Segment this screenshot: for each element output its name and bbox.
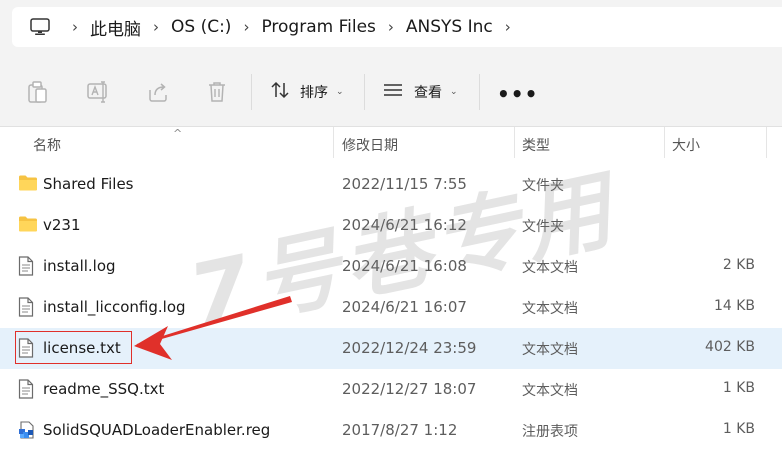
file-row[interactable]: readme_SSQ.txt 2022/12/27 18:07 文本文档 1 K…	[0, 369, 782, 410]
breadcrumb-ansys-inc[interactable]: ANSYS Inc	[406, 17, 493, 37]
column-modified-header[interactable]: 修改日期	[342, 135, 398, 155]
file-type: 文件夹	[522, 219, 564, 235]
rename-icon[interactable]	[86, 80, 110, 104]
file-name: install_licconfig.log	[43, 298, 186, 316]
file-size: 1 KB	[722, 421, 755, 437]
breadcrumb-separator: ›	[72, 18, 78, 36]
file-date: 2022/12/24 23:59	[342, 339, 477, 357]
chevron-down-icon: ⌄	[336, 87, 344, 97]
file-date: 2024/6/21 16:12	[342, 216, 467, 234]
file-row[interactable]: Shared Files 2022/11/15 7:55 文件夹	[0, 164, 782, 205]
column-divider[interactable]	[664, 127, 665, 158]
chevron-down-icon: ⌄	[450, 87, 458, 97]
column-divider[interactable]	[766, 127, 767, 158]
sort-icon	[270, 80, 290, 104]
view-icon	[382, 81, 404, 103]
breadcrumb-this-pc[interactable]: 此电脑	[90, 15, 141, 40]
breadcrumb-program-files[interactable]: Program Files	[261, 17, 375, 37]
toolbar-divider	[479, 74, 480, 110]
file-size: 14 KB	[713, 298, 755, 314]
view-button[interactable]: 查看 ⌄	[382, 78, 458, 106]
file-type: 文本文档	[522, 383, 578, 399]
breadcrumb-os-drive[interactable]: OS (C:)	[171, 17, 231, 37]
file-name: v231	[43, 216, 81, 234]
text-file-icon	[18, 256, 38, 276]
file-name: Shared Files	[43, 175, 134, 193]
file-type: 文本文档	[522, 260, 578, 276]
sort-ascending-icon: ^	[173, 127, 183, 140]
file-type: 文本文档	[522, 301, 578, 317]
file-row[interactable]: v231 2024/6/21 16:12 文件夹	[0, 205, 782, 246]
column-header: ^ 名称 修改日期 类型 大小	[0, 127, 782, 158]
copy-icon[interactable]	[26, 80, 50, 104]
toolbar-divider	[251, 74, 252, 110]
sort-label: 排序	[300, 85, 328, 101]
column-divider[interactable]	[514, 127, 515, 158]
file-size: 1 KB	[722, 380, 755, 396]
sort-button[interactable]: 排序 ⌄	[270, 78, 344, 106]
text-file-icon	[18, 297, 38, 317]
file-type: 文本文档	[522, 342, 578, 358]
file-row[interactable]: SolidSQUADLoaderEnabler.reg 2017/8/27 1:…	[0, 410, 782, 451]
column-name-header[interactable]: 名称	[33, 135, 61, 155]
breadcrumb-separator: ›	[387, 18, 394, 36]
folder-icon	[18, 174, 38, 194]
file-row[interactable]: install.log 2024/6/21 16:08 文本文档 2 KB	[0, 246, 782, 287]
file-name: SolidSQUADLoaderEnabler.reg	[43, 421, 271, 439]
text-file-icon	[18, 379, 38, 399]
command-bar: 排序 ⌄ 查看 ⌄ •••	[0, 56, 782, 127]
breadcrumb-separator: ›	[243, 18, 250, 36]
address-bar: › 此电脑 › OS (C:) › Program Files › ANSYS …	[0, 0, 782, 56]
file-date: 2024/6/21 16:07	[342, 298, 467, 316]
annotation-highlight-box	[15, 331, 132, 364]
share-icon[interactable]	[146, 80, 170, 104]
file-date: 2017/8/27 1:12	[342, 421, 458, 439]
delete-icon[interactable]	[206, 80, 230, 104]
breadcrumb-separator: ›	[153, 18, 159, 36]
toolbar-divider	[364, 74, 365, 110]
file-date: 2022/12/27 18:07	[342, 380, 477, 398]
file-type: 文件夹	[522, 178, 564, 194]
column-size-header[interactable]: 大小	[672, 135, 700, 155]
folder-icon	[18, 215, 38, 235]
file-type: 注册表项	[522, 424, 578, 440]
file-name: install.log	[43, 257, 116, 275]
column-divider[interactable]	[333, 127, 334, 158]
file-size: 402 KB	[705, 339, 755, 355]
view-label: 查看	[414, 85, 442, 101]
file-date: 2022/11/15 7:55	[342, 175, 467, 193]
breadcrumb-expand-chevron-icon[interactable]: ›	[505, 18, 511, 36]
file-date: 2024/6/21 16:08	[342, 257, 467, 275]
file-name: readme_SSQ.txt	[43, 380, 165, 398]
column-type-header[interactable]: 类型	[522, 135, 550, 155]
registry-file-icon	[18, 420, 38, 440]
file-row[interactable]: install_licconfig.log 2024/6/21 16:07 文本…	[0, 287, 782, 328]
more-options-button[interactable]: •••	[497, 82, 538, 106]
breadcrumb[interactable]: › 此电脑 › OS (C:) › Program Files › ANSYS …	[12, 7, 782, 47]
computer-icon[interactable]	[30, 16, 54, 38]
file-size: 2 KB	[722, 257, 755, 273]
